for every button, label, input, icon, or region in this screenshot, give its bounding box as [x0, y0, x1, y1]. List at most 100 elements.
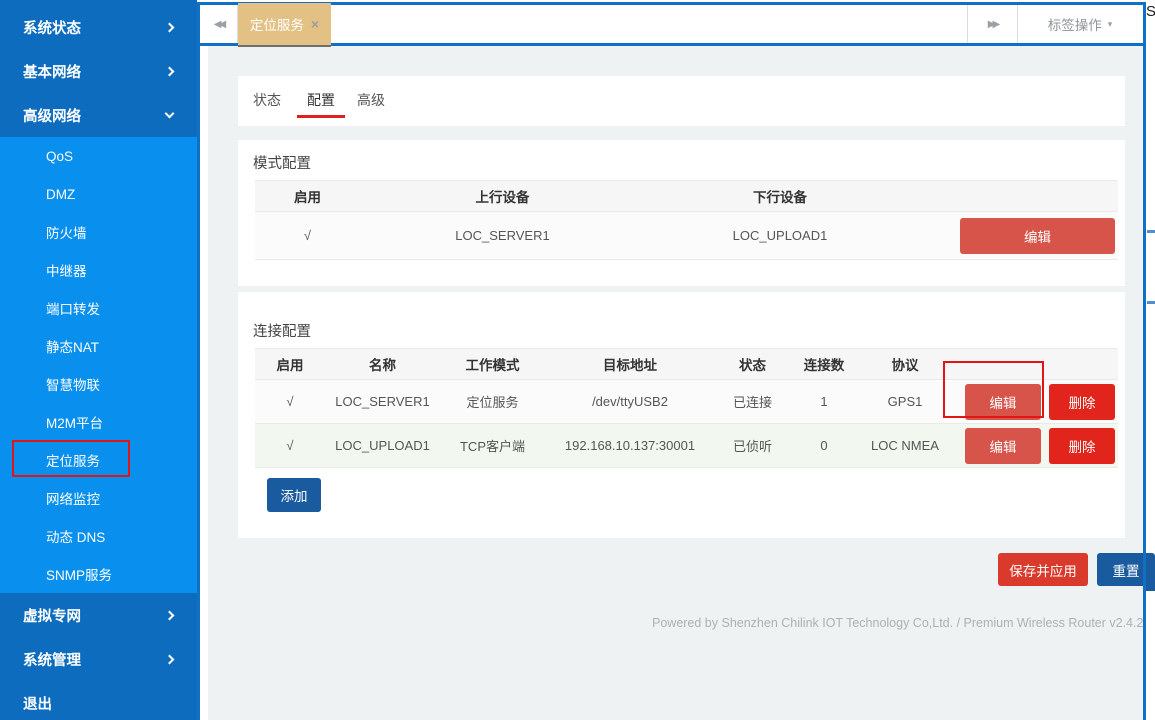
sidebar-item-qos[interactable]: QoS	[0, 137, 197, 175]
tab-config[interactable]: 配置	[307, 90, 335, 110]
column-header-actions	[952, 349, 1118, 379]
mode-value: 定位服务	[440, 380, 545, 423]
sidebar-item-label: 虚拟专网	[23, 605, 81, 626]
double-right-arrow-icon: ▶▶	[988, 19, 997, 30]
sidebar-item-label: 退出	[23, 693, 52, 714]
sidebar-item-snmp-service[interactable]: SNMP服务	[0, 555, 197, 593]
frame-left-border	[197, 2, 200, 720]
router-admin-page: 系统状态 基本网络 高级网络 QoS DMZ 防火墙 中继器 端口转发 静态NA…	[0, 0, 1155, 720]
column-header-downlink: 下行设备	[645, 181, 915, 211]
section-title: 模式配置	[253, 152, 311, 173]
connections-value: 1	[790, 380, 858, 423]
enable-checkmark: √	[255, 212, 360, 259]
page-tabs-card: 状态 配置 高级	[238, 76, 1125, 126]
frame-right-border	[1143, 2, 1146, 720]
sidebar-item-static-nat[interactable]: 静态NAT	[0, 327, 197, 365]
column-header-target: 目标地址	[545, 349, 715, 379]
tab-actions-dropdown[interactable]: 标签操作 ▾	[1017, 5, 1143, 43]
enable-checkmark: √	[255, 380, 325, 423]
tab-actions-label: 标签操作	[1048, 14, 1102, 34]
mode-value: TCP客户端	[440, 424, 545, 467]
tab-strip: ◀◀ 定位服务 × ▶▶ 标签操作 ▾	[200, 2, 1143, 46]
row-actions: 编辑 删除	[952, 424, 1118, 467]
sidebar-item-m2m-platform[interactable]: M2M平台	[0, 403, 197, 441]
column-header-status: 状态	[715, 349, 790, 379]
chevron-right-icon	[165, 610, 175, 620]
column-header-enable: 启用	[255, 181, 360, 211]
mode-config-table: 启用 上行设备 下行设备 √ LOC_SERVER1 LOC_UPLOAD1 编…	[255, 180, 1118, 260]
table-header-row: 启用 名称 工作模式 目标地址 状态 连接数 协议	[255, 348, 1118, 380]
protocol-value: GPS1	[858, 380, 952, 423]
sidebar-item-logout[interactable]: 退出	[0, 681, 197, 720]
sidebar-item-label: 系统管理	[23, 649, 81, 670]
clipped-background-line	[1147, 230, 1155, 233]
column-header-name: 名称	[325, 349, 440, 379]
clipped-background-line	[1147, 301, 1155, 304]
sidebar-item-label: 基本网络	[23, 61, 81, 82]
connection-config-table: 启用 名称 工作模式 目标地址 状态 连接数 协议 √ LOC_SERVER1 …	[255, 348, 1118, 468]
downlink-device-value: LOC_UPLOAD1	[645, 212, 915, 259]
sidebar-item-smart-iot[interactable]: 智慧物联	[0, 365, 197, 403]
sidebar-item-advanced-network[interactable]: 高级网络	[0, 93, 197, 137]
caret-down-icon: ▾	[1108, 19, 1113, 30]
mode-config-section: 模式配置 启用 上行设备 下行设备 √ LOC_SERVER1 LOC_UPLO…	[238, 140, 1125, 286]
sidebar-item-vpn[interactable]: 虚拟专网	[0, 593, 197, 637]
sidebar-item-dmz[interactable]: DMZ	[0, 175, 197, 213]
column-header-connections: 连接数	[790, 349, 858, 379]
row-actions: 编辑	[915, 212, 1118, 259]
section-title: 连接配置	[253, 320, 311, 341]
clipped-background-text: S	[1146, 3, 1155, 20]
scroll-tabs-left-button[interactable]: ◀◀	[200, 5, 238, 43]
sidebar-item-location-service[interactable]: 定位服务	[0, 441, 197, 479]
sidebar-item-repeater[interactable]: 中继器	[0, 251, 197, 289]
tab-status[interactable]: 状态	[253, 90, 281, 110]
sidebar-item-port-forwarding[interactable]: 端口转发	[0, 289, 197, 327]
table-header-row: 启用 上行设备 下行设备	[255, 180, 1118, 212]
chevron-right-icon	[165, 22, 175, 32]
sidebar-submenu-advanced-network: QoS DMZ 防火墙 中继器 端口转发 静态NAT 智慧物联 M2M平台 定位…	[0, 137, 197, 593]
sidebar: 系统状态 基本网络 高级网络 QoS DMZ 防火墙 中继器 端口转发 静态NA…	[0, 0, 197, 720]
tab-location-service[interactable]: 定位服务 ×	[238, 3, 331, 47]
table-row: √ LOC_UPLOAD1 TCP客户端 192.168.10.137:3000…	[255, 424, 1118, 468]
delete-connection-button[interactable]: 删除	[1049, 384, 1115, 420]
column-header-uplink: 上行设备	[360, 181, 645, 211]
status-value: 已连接	[715, 380, 790, 423]
chevron-right-icon	[165, 66, 175, 76]
edit-connection-button[interactable]: 编辑	[965, 384, 1041, 420]
scroll-tabs-right-button[interactable]: ▶▶	[968, 5, 1017, 43]
delete-connection-button[interactable]: 删除	[1049, 428, 1115, 464]
column-header-mode: 工作模式	[440, 349, 545, 379]
uplink-device-value: LOC_SERVER1	[360, 212, 645, 259]
enable-checkmark: √	[255, 424, 325, 467]
name-value: LOC_UPLOAD1	[325, 424, 440, 467]
column-header-protocol: 协议	[858, 349, 952, 379]
powered-by-text: Powered by Shenzhen Chilink IOT Technolo…	[652, 616, 1143, 632]
connections-value: 0	[790, 424, 858, 467]
clipped-background-button	[1146, 558, 1155, 591]
target-value: /dev/ttyUSB2	[545, 380, 715, 423]
sidebar-item-system-management[interactable]: 系统管理	[0, 637, 197, 681]
active-tab-underline	[297, 115, 345, 118]
sidebar-item-label: 系统状态	[23, 17, 81, 38]
name-value: LOC_SERVER1	[325, 380, 440, 423]
sidebar-item-dynamic-dns[interactable]: 动态 DNS	[0, 517, 197, 555]
sidebar-item-network-monitor[interactable]: 网络监控	[0, 479, 197, 517]
double-left-arrow-icon: ◀◀	[214, 19, 223, 30]
column-header-actions	[915, 181, 1118, 211]
save-and-apply-button[interactable]: 保存并应用	[998, 553, 1088, 586]
tab-advanced[interactable]: 高级	[357, 90, 385, 110]
close-tab-icon[interactable]: ×	[311, 16, 319, 32]
chevron-down-icon	[165, 109, 175, 119]
sidebar-item-system-status[interactable]: 系统状态	[0, 5, 197, 49]
edit-connection-button[interactable]: 编辑	[965, 428, 1041, 464]
status-value: 已侦听	[715, 424, 790, 467]
sidebar-item-firewall[interactable]: 防火墙	[0, 213, 197, 251]
protocol-value: LOC NMEA	[858, 424, 952, 467]
column-header-enable: 启用	[255, 349, 325, 379]
edit-mode-button[interactable]: 编辑	[960, 218, 1115, 254]
connection-config-section: 连接配置 启用 名称 工作模式 目标地址 状态 连接数 协议 √ LOC_SER…	[238, 292, 1125, 538]
table-row: √ LOC_SERVER1 定位服务 /dev/ttyUSB2 已连接 1 GP…	[255, 380, 1118, 424]
add-connection-button[interactable]: 添加	[267, 478, 321, 512]
sidebar-item-basic-network[interactable]: 基本网络	[0, 49, 197, 93]
table-row: √ LOC_SERVER1 LOC_UPLOAD1 编辑	[255, 212, 1118, 260]
